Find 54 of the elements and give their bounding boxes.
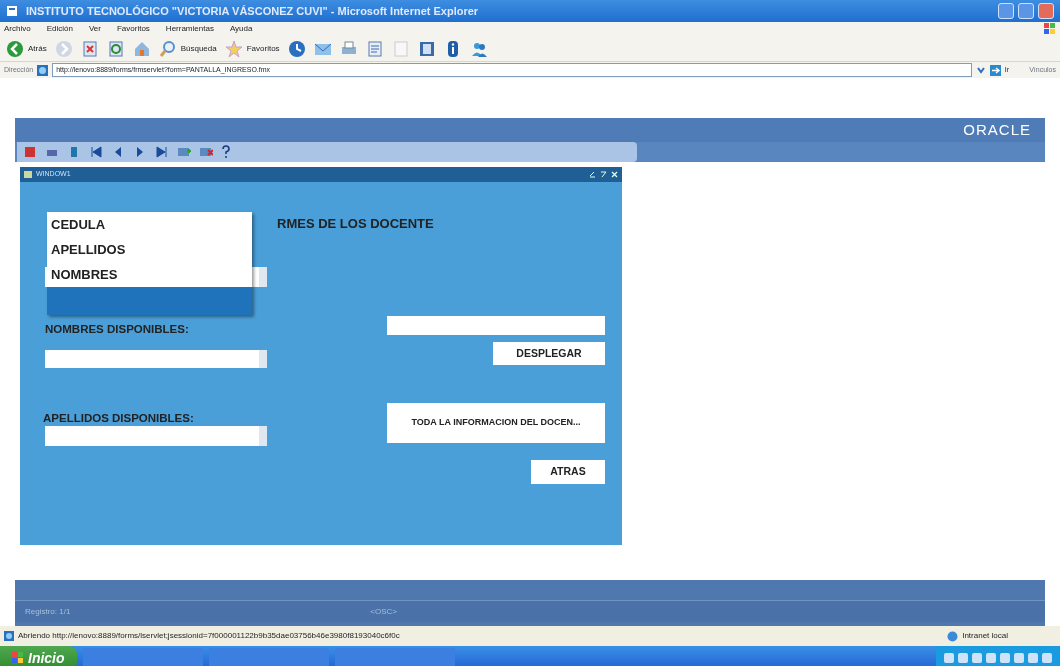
oracle-logo: ORACLE <box>963 119 1031 140</box>
home-icon[interactable] <box>132 39 151 58</box>
start-button[interactable]: Inicio <box>0 646 77 666</box>
maximize-icon[interactable] <box>600 171 607 178</box>
field-label: NOMBRES DISPONIBLES: <box>45 322 190 337</box>
globe-icon <box>947 630 959 642</box>
dropdown-option[interactable]: APELLIDOS <box>47 237 252 262</box>
form-button[interactable]: DESPLEGAR <box>493 342 605 365</box>
windows-flag-icon <box>12 652 24 664</box>
close-icon[interactable] <box>611 171 618 178</box>
star-icon <box>224 39 243 58</box>
dropdown-option[interactable]: CEDULA <box>47 212 252 237</box>
insert-record-icon[interactable] <box>177 145 191 159</box>
dropdown-option[interactable]: NOMBRES <box>47 262 252 287</box>
menu-item[interactable]: Edición <box>46 23 73 35</box>
page-icon <box>4 631 14 641</box>
record-count: Registro: 1/1 <box>25 605 71 618</box>
menu-item[interactable]: Ver <box>88 23 101 35</box>
mode-indicator: <OSC> <box>370 605 398 618</box>
arrow-icon <box>989 64 1001 76</box>
globe-icon <box>37 64 49 76</box>
history-icon[interactable] <box>287 39 306 58</box>
back-icon <box>6 39 24 58</box>
window-icon <box>24 171 32 178</box>
toolbar-button[interactable]: Atrás <box>6 39 47 58</box>
close-button[interactable] <box>1038 3 1054 19</box>
last-record-icon[interactable] <box>155 145 169 159</box>
forward-icon[interactable] <box>54 39 73 58</box>
maximize-button[interactable] <box>1018 3 1034 19</box>
toolbar-button[interactable]: Favoritos <box>224 39 280 58</box>
search-input[interactable] <box>387 316 605 335</box>
windows-flag-icon <box>1044 23 1056 35</box>
menu-item[interactable]: Archivo <box>4 23 31 35</box>
status-text: Abriendo http://lenovo:8889/forms/lservlet;jsessionid=7f000001122b9b35dae03756b46e3980f8193040c6f0c <box>18 630 400 642</box>
field-label: APELLIDOS DISPONIBLES: <box>43 411 195 426</box>
toolbar-button[interactable]: Búsqueda <box>158 39 217 58</box>
zone-label: Intranet local <box>962 630 1008 642</box>
document-icon[interactable] <box>365 39 384 58</box>
first-record-icon[interactable] <box>89 145 103 159</box>
menu-item[interactable]: Ayuda <box>229 23 253 35</box>
delete-record-icon[interactable] <box>199 145 213 159</box>
form-button[interactable]: TODA LA INFORMACION DEL DOCEN... <box>387 403 605 443</box>
form-heading: RMES DE LOS DOCENTE <box>277 215 435 230</box>
minimize-button[interactable] <box>998 3 1014 19</box>
minimize-icon[interactable] <box>589 171 596 178</box>
refresh-icon[interactable] <box>106 39 125 58</box>
window-title: INSTITUTO TECNOLÓGICO "VICTORIA VÁSCONEZ CUVI" - Microsoft Internet Explorer <box>26 3 479 19</box>
stop-icon[interactable] <box>80 39 99 58</box>
menu-item[interactable]: Herramientas <box>165 23 214 35</box>
help-icon[interactable] <box>221 145 231 159</box>
form-button[interactable]: ATRAS <box>531 460 605 484</box>
search-icon <box>158 39 177 58</box>
page-icon <box>6 5 18 17</box>
menu-item[interactable]: Favoritos <box>116 23 150 35</box>
